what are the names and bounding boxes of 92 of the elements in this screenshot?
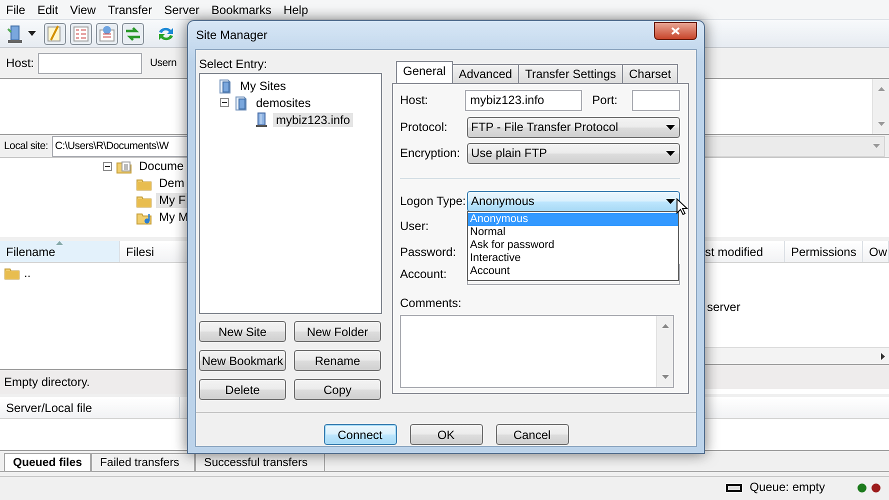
menu-item[interactable]: Help xyxy=(277,0,314,19)
settings-tab[interactable]: Charset xyxy=(622,64,678,83)
menu-item[interactable]: Edit xyxy=(31,0,64,19)
server-icon xyxy=(253,112,269,128)
caret-icon xyxy=(666,199,675,204)
close-icon xyxy=(671,27,680,35)
comments-field[interactable] xyxy=(400,315,674,388)
dialog-button[interactable]: Connect xyxy=(324,424,396,446)
minus-icon xyxy=(222,100,227,106)
dialog-button[interactable]: Cancel xyxy=(496,424,568,446)
protocol-select[interactable]: FTP - File Transfer Protocol xyxy=(467,117,680,138)
toolbar-toggle[interactable] xyxy=(44,22,66,44)
sort-arrow-icon xyxy=(56,241,63,245)
menu-item[interactable]: File xyxy=(0,0,32,19)
collapse-toggle[interactable] xyxy=(220,98,229,108)
collapse-toggle[interactable] xyxy=(103,162,112,171)
activity-light-icon xyxy=(857,482,867,492)
host-field[interactable] xyxy=(38,52,142,74)
down-arrow-icon xyxy=(662,375,668,380)
tree-item[interactable]: demosites xyxy=(253,96,314,110)
column-header[interactable]: Ow xyxy=(863,241,889,262)
site-action-button[interactable]: Rename xyxy=(294,350,381,372)
remote-tree-toggle-icon xyxy=(97,24,117,44)
queue-tab[interactable]: Successful transfers xyxy=(195,453,326,471)
minus-icon xyxy=(105,164,110,169)
settings-tab[interactable]: Transfer Settings xyxy=(518,64,624,83)
dropdown-option[interactable]: Normal xyxy=(468,226,678,239)
dropdown-option[interactable]: Interactive xyxy=(468,252,678,265)
close-button[interactable] xyxy=(654,22,697,40)
site-action-button[interactable]: Delete xyxy=(199,379,286,400)
column-header[interactable]: Permissions xyxy=(785,241,863,262)
encryption-select[interactable]: Use plain FTP xyxy=(467,143,680,164)
host-field[interactable]: mybiz123.info xyxy=(465,90,582,111)
site-action-button[interactable]: New Folder xyxy=(294,321,381,342)
protocol-label: Protocol: xyxy=(400,120,448,135)
menu-item[interactable]: Transfer xyxy=(102,0,158,19)
dropdown-option[interactable]: Ask for password xyxy=(468,239,678,252)
sites-folder-icon xyxy=(217,78,233,94)
speed-limit-icon xyxy=(726,484,742,492)
port-field[interactable] xyxy=(632,90,680,111)
tree-item[interactable]: mybiz123.info xyxy=(273,112,354,128)
encryption-label: Encryption: xyxy=(400,146,462,161)
scrollbar[interactable] xyxy=(656,316,673,388)
column-header[interactable]: Filename xyxy=(0,241,120,262)
tree-item[interactable]: My Sites xyxy=(237,78,290,94)
port-label: Port: xyxy=(592,93,618,108)
host-label: Host: xyxy=(6,56,34,70)
dialog-button[interactable]: OK xyxy=(410,424,482,446)
caret-icon xyxy=(666,151,675,156)
toolbar-toggle[interactable] xyxy=(122,22,144,44)
tree-item[interactable]: Dem xyxy=(156,176,188,191)
caret-icon xyxy=(666,125,675,130)
site-manager-icon[interactable] xyxy=(6,24,24,44)
comments-label: Comments: xyxy=(400,296,462,310)
window-title: Site Manager xyxy=(196,28,268,42)
queue-tab[interactable]: Queued files xyxy=(4,453,92,471)
toolbar-toggle[interactable] xyxy=(96,22,118,44)
site-action-button[interactable]: New Bookmark xyxy=(199,350,286,372)
file-name[interactable]: .. xyxy=(24,266,31,280)
menu-item[interactable]: Bookmarks xyxy=(205,0,278,19)
logon-type-label: Logon Type: xyxy=(400,194,467,209)
sites-folder-icon xyxy=(233,94,249,111)
up-arrow-icon xyxy=(878,87,884,91)
menu-item[interactable]: Server xyxy=(158,0,206,19)
site-action-button[interactable]: Copy xyxy=(294,379,381,400)
up-arrow-icon xyxy=(662,324,668,328)
settings-tab[interactable]: Advanced xyxy=(452,64,520,83)
username-label: Usern xyxy=(150,56,177,70)
host-label: Host: xyxy=(400,93,430,108)
column-header[interactable]: Server/Local file xyxy=(0,397,180,418)
tree-item[interactable]: Docume xyxy=(136,159,187,174)
tree-toggle-icon xyxy=(71,24,91,44)
account-label: Account: xyxy=(400,267,448,282)
password-label: Password: xyxy=(400,245,458,260)
right-arrow-icon xyxy=(881,352,885,360)
activity-light-icon xyxy=(871,482,881,492)
tree-item[interactable]: My F xyxy=(156,193,189,208)
menu-item[interactable]: View xyxy=(64,0,102,19)
settings-tab[interactable]: General xyxy=(396,61,453,83)
site-action-button[interactable]: New Site xyxy=(199,321,286,342)
local-site-label: Local site: xyxy=(4,140,48,152)
user-label: User: xyxy=(400,219,430,234)
scrollbar[interactable] xyxy=(872,79,889,134)
caret-icon[interactable] xyxy=(28,31,36,36)
select-entry-label: Select Entry: xyxy=(199,57,268,72)
queue-status: Queue: empty xyxy=(750,480,825,495)
remote-list-message: server xyxy=(707,300,740,314)
dropdown-option[interactable]: Account xyxy=(468,265,678,278)
toolbar-toggle[interactable] xyxy=(70,22,92,44)
down-arrow-icon xyxy=(878,122,884,126)
queue-tab[interactable]: Failed transfers xyxy=(91,453,196,471)
logon-type-select[interactable]: Anonymous xyxy=(467,191,680,212)
